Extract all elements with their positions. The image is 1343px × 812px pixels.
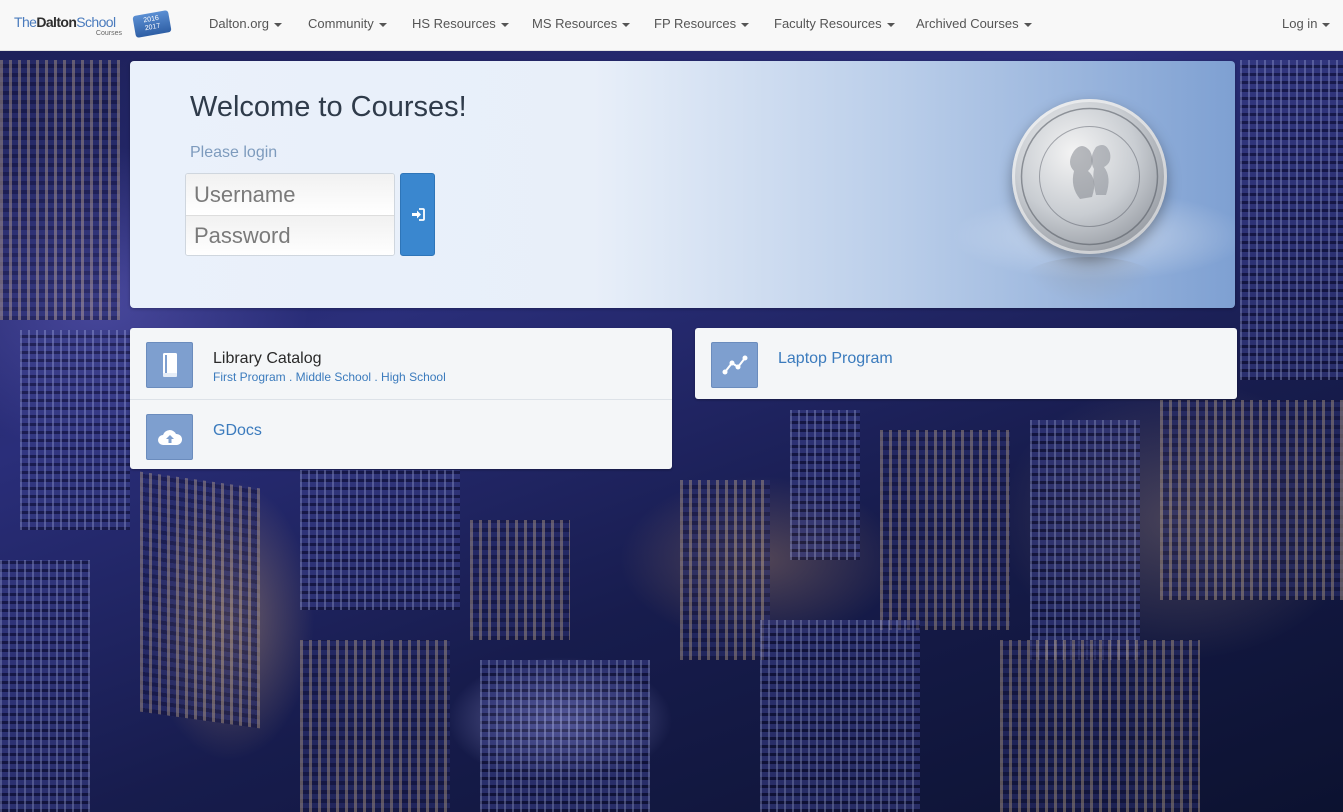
- library-catalog-subtitle[interactable]: First Program . Middle School . High Sch…: [213, 370, 446, 384]
- password-input[interactable]: [186, 215, 394, 255]
- nav-faculty-resources-dropdown[interactable]: Faculty Resources: [774, 16, 895, 31]
- laptop-program-link[interactable]: Laptop Program: [695, 328, 1237, 398]
- library-catalog-link[interactable]: Library Catalog First Program . Middle S…: [130, 328, 672, 398]
- library-catalog-title: Library Catalog: [213, 350, 322, 367]
- resource-links-panel: Library Catalog First Program . Middle S…: [130, 328, 672, 469]
- nav-community-dropdown[interactable]: Community: [308, 16, 387, 31]
- school-logo[interactable]: TheDaltonSchool Courses 2016 2017: [14, 10, 174, 42]
- laptop-program-title: Laptop Program: [778, 350, 893, 367]
- caret-down-icon: [500, 22, 509, 27]
- seal-reflection: [1022, 257, 1157, 305]
- page-title: Welcome to Courses!: [190, 91, 467, 123]
- caret-down-icon: [1322, 22, 1331, 27]
- username-input[interactable]: [186, 174, 394, 215]
- login-prompt: Please login: [190, 144, 278, 161]
- book-icon: [146, 342, 193, 388]
- top-navbar: TheDaltonSchool Courses 2016 2017 Dalton…: [0, 0, 1343, 51]
- caret-down-icon: [741, 22, 750, 27]
- caret-down-icon: [273, 22, 282, 27]
- year-badge: 2016 2017: [132, 10, 172, 38]
- login-submit-button[interactable]: [400, 173, 435, 256]
- caret-down-icon: [1023, 22, 1032, 27]
- login-form: [185, 173, 395, 256]
- caret-down-icon: [378, 22, 387, 27]
- dalton-school-seal-icon: [1012, 99, 1167, 254]
- gdocs-title: GDocs: [213, 422, 262, 439]
- cloud-upload-icon: [146, 414, 193, 460]
- nav-archived-courses-dropdown[interactable]: Archived Courses: [916, 16, 1032, 31]
- laptop-program-panel: Laptop Program: [695, 328, 1237, 399]
- caret-down-icon: [886, 22, 895, 27]
- nav-ms-resources-dropdown[interactable]: MS Resources: [532, 16, 631, 31]
- nav-fp-resources-dropdown[interactable]: FP Resources: [654, 16, 750, 31]
- sign-in-icon: [411, 208, 425, 221]
- line-chart-icon: [711, 342, 758, 388]
- caret-down-icon: [622, 22, 631, 27]
- nav-dalton-org-dropdown[interactable]: Dalton.org: [209, 16, 282, 31]
- login-dropdown[interactable]: Log in: [1282, 16, 1331, 31]
- gdocs-link[interactable]: GDocs: [130, 399, 672, 469]
- login-panel: Welcome to Courses! Please login: [130, 61, 1235, 308]
- logo-wordmark: TheDaltonSchool Courses: [14, 14, 122, 37]
- nav-hs-resources-dropdown[interactable]: HS Resources: [412, 16, 509, 31]
